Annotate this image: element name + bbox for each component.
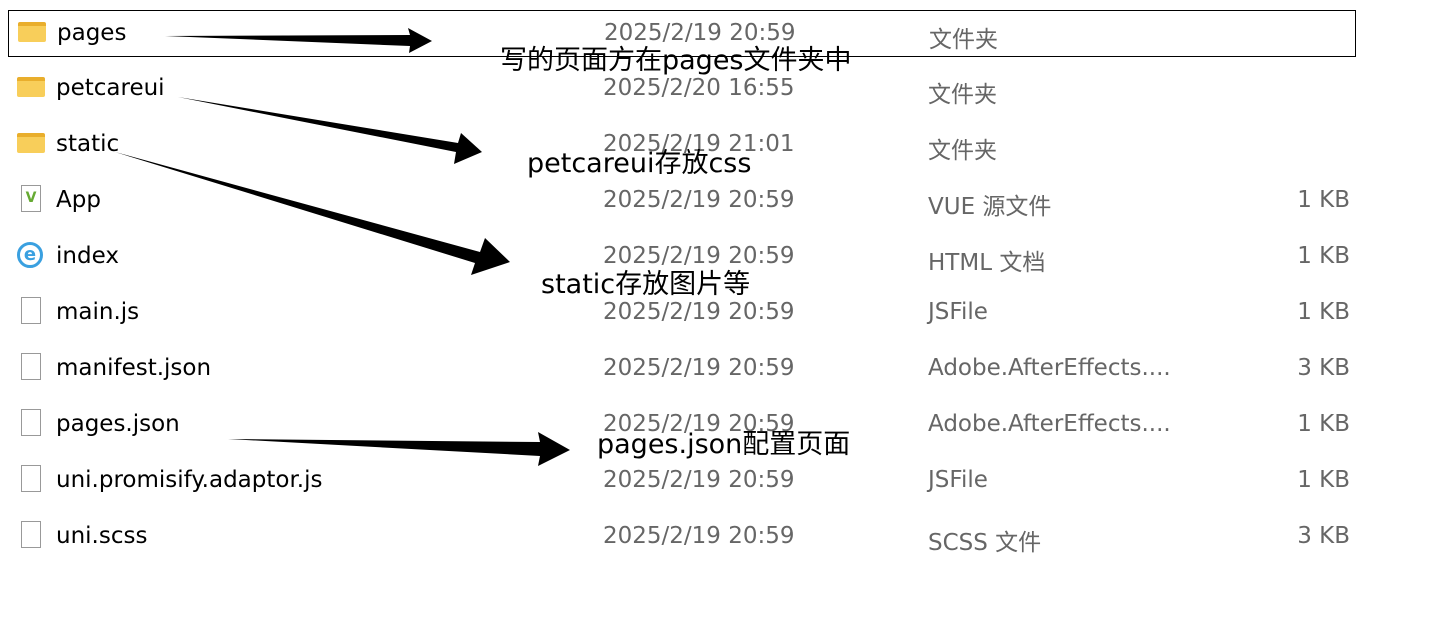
arrow-pages-json — [228, 432, 570, 466]
arrow-pages — [165, 28, 432, 53]
annotation-arrows — [115, 28, 570, 466]
annotation-pages: 写的页面方在pages文件夹中 — [500, 45, 852, 76]
arrow-petcareui — [178, 97, 482, 164]
annotation-pages-json: pages.json配置页面 — [597, 429, 851, 460]
annotation-petcareui: petcareui存放css — [527, 148, 752, 179]
arrow-static — [115, 152, 510, 275]
annotation-static: static存放图片等 — [541, 269, 751, 300]
